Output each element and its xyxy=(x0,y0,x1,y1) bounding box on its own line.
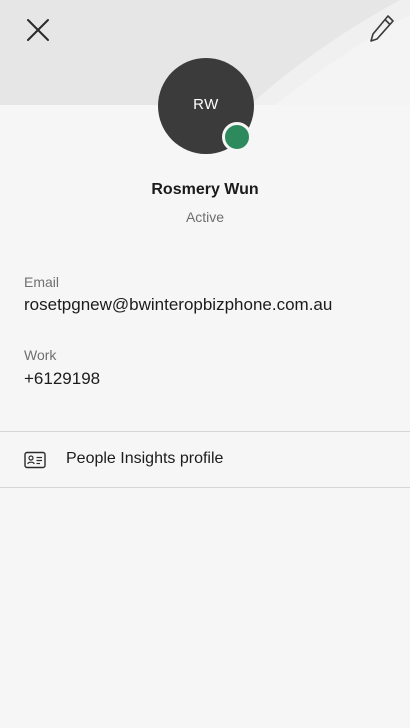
people-insights-profile-label: People Insights profile xyxy=(66,450,224,467)
edit-button[interactable] xyxy=(360,8,404,48)
work-phone-value[interactable]: +6129198 xyxy=(24,369,100,389)
presence-status-indicator xyxy=(222,122,252,152)
avatar-initials: RW xyxy=(193,95,219,113)
email-value[interactable]: rosetpgnew@bwinteropbizphone.com.au xyxy=(24,295,332,315)
contact-name: Rosmery Wun xyxy=(151,181,259,198)
close-button[interactable] xyxy=(18,10,58,50)
presence-status-text: Active xyxy=(185,209,225,225)
people-insights-profile-link[interactable]: People Insights profile xyxy=(0,433,410,487)
pencil-icon xyxy=(370,15,394,42)
contact-card-icon xyxy=(24,451,46,469)
divider-bottom xyxy=(0,487,410,488)
divider-top xyxy=(0,431,410,432)
contact-card-screen: RW Rosmery Wun Active Email rosetpgnew@b… xyxy=(0,0,410,728)
email-label: Email xyxy=(24,274,60,290)
work-phone-label: Work xyxy=(24,347,57,363)
close-icon xyxy=(27,19,49,41)
